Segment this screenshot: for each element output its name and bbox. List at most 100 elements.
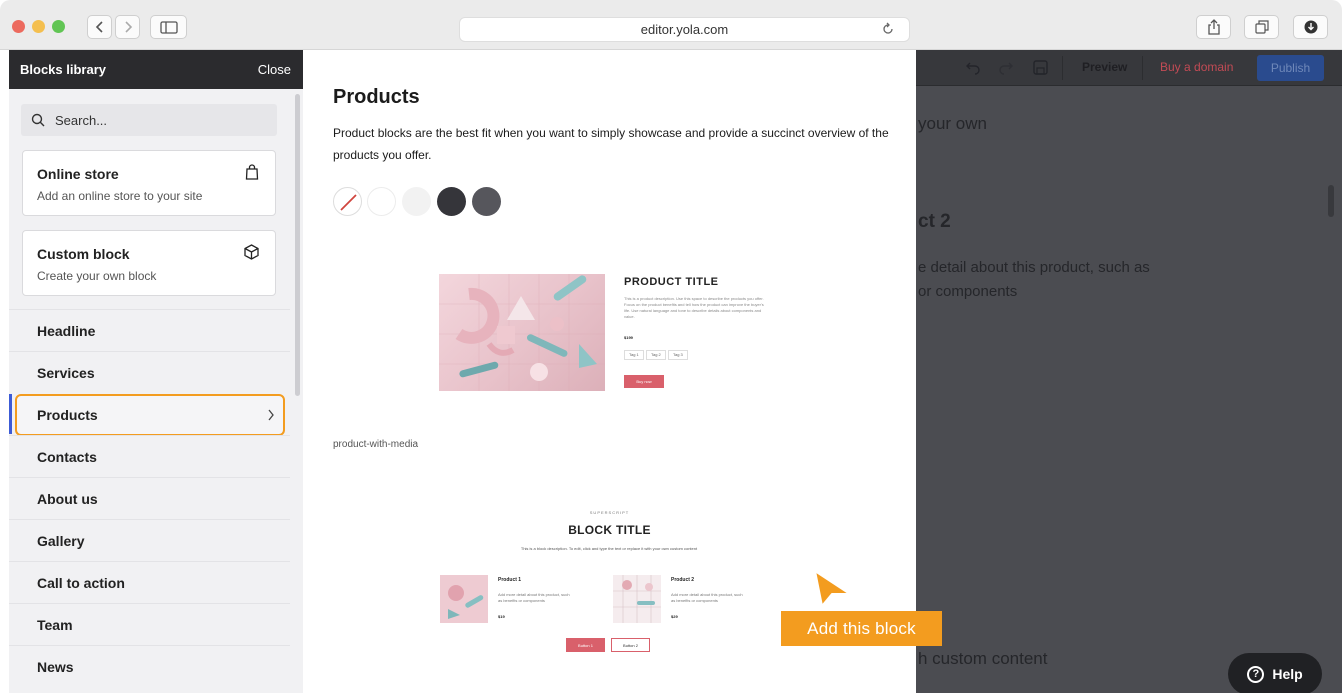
help-button[interactable]: ? Help	[1228, 653, 1322, 693]
swatch-white[interactable]	[367, 187, 396, 216]
chevron-right-icon	[124, 21, 132, 33]
product-text: Add more detail about this product, such…	[671, 592, 743, 603]
share-button[interactable]	[1196, 15, 1231, 39]
back-button[interactable]	[87, 15, 112, 39]
download-icon	[1304, 20, 1317, 34]
product-tag: Tag 1	[624, 350, 644, 360]
panel-title: Products	[333, 86, 420, 108]
swatch-none[interactable]	[333, 187, 362, 216]
editor-text: ct 2	[918, 211, 951, 232]
online-store-card[interactable]: Online store Add an online store to your…	[22, 150, 276, 216]
save-icon[interactable]	[1033, 60, 1048, 75]
add-block-tooltip[interactable]: Add this block	[781, 611, 942, 646]
tabs-icon	[1254, 20, 1269, 34]
editor-scrollbar[interactable]	[1328, 185, 1334, 217]
product-price: $19	[498, 614, 505, 619]
sidebar-toggle-button[interactable]	[150, 15, 187, 39]
maximize-window-button[interactable]	[52, 20, 65, 33]
product-price: $199	[624, 335, 633, 340]
share-icon	[1207, 19, 1220, 35]
editor-text: or components	[918, 283, 1018, 300]
editor-text: h custom content	[918, 649, 1048, 668]
card-title: Custom block	[37, 246, 130, 262]
search-box[interactable]	[21, 104, 277, 136]
sidebar-scrollbar[interactable]	[295, 94, 300, 396]
product-title: PRODUCT TITLE	[624, 276, 719, 288]
category-label: Products	[37, 407, 98, 423]
product-thumbnail	[440, 575, 488, 623]
product-thumbnail	[613, 575, 661, 623]
downloads-button[interactable]	[1293, 15, 1328, 39]
swatch-charcoal[interactable]	[472, 187, 501, 216]
help-label: Help	[1272, 666, 1303, 682]
pointer-arrow-icon	[814, 570, 851, 607]
card-subtitle: Create your own block	[37, 269, 157, 283]
reload-icon[interactable]	[881, 22, 895, 36]
address-bar[interactable]: editor.yola.com	[459, 17, 910, 42]
editor-toolbar: Preview Buy a domain Publish	[916, 50, 1342, 86]
category-contacts[interactable]: Contacts	[9, 435, 290, 477]
sidebar-icon	[159, 20, 178, 34]
product-description: This is a product description. Use this …	[624, 296, 764, 319]
product-text: Add more detail about this product, such…	[498, 592, 570, 603]
shopping-bag-icon	[245, 164, 259, 180]
undo-icon[interactable]	[966, 61, 980, 75]
product-image	[439, 274, 605, 391]
product-name: Product 2	[671, 577, 695, 583]
product-name: Product 1	[498, 577, 522, 583]
category-news[interactable]: News	[9, 645, 290, 687]
url-text: editor.yola.com	[640, 22, 729, 37]
preview-button[interactable]: Preview	[1082, 60, 1127, 74]
buy-domain-link[interactable]: Buy a domain	[1160, 60, 1233, 74]
toolbar-divider	[1142, 56, 1143, 80]
category-products[interactable]: Products	[15, 394, 285, 436]
product-tag: Tag 2	[646, 350, 666, 360]
category-call-to-action[interactable]: Call to action	[9, 561, 290, 603]
category-team[interactable]: Team	[9, 603, 290, 645]
product-image	[440, 575, 488, 623]
redo-icon[interactable]	[999, 61, 1013, 75]
abstract-shapes-image	[439, 274, 605, 391]
block-title: BLOCK TITLE	[568, 523, 651, 537]
chevron-right-icon	[268, 409, 274, 421]
no-color-icon	[340, 194, 357, 211]
close-button[interactable]: Close	[258, 62, 291, 77]
custom-block-card[interactable]: Custom block Create your own block	[22, 230, 276, 296]
panel-description: Product blocks are the best fit when you…	[333, 126, 889, 162]
editor-text: your own	[918, 114, 987, 133]
category-gallery[interactable]: Gallery	[9, 519, 290, 561]
swatch-dark[interactable]	[437, 187, 466, 216]
forward-button[interactable]	[115, 15, 140, 39]
swatch-light-gray[interactable]	[402, 187, 431, 216]
product-price: $29	[671, 614, 678, 619]
product-tag: Tag 3	[668, 350, 688, 360]
minimize-window-button[interactable]	[32, 20, 45, 33]
sidebar-header: Blocks library Close	[9, 50, 303, 89]
block-button-1: Button 1	[566, 638, 605, 652]
search-icon	[31, 113, 45, 127]
category-services[interactable]: Services	[9, 351, 290, 393]
sidebar-title: Blocks library	[20, 62, 106, 77]
tabs-button[interactable]	[1244, 15, 1279, 39]
blocks-library-sidebar: Blocks library Close Online store Add an…	[9, 50, 303, 693]
card-title: Online store	[37, 166, 119, 182]
buy-now-button: Buy now	[624, 375, 664, 388]
editor-text: e detail about this product, such as	[918, 259, 1150, 276]
category-headline[interactable]: Headline	[9, 309, 290, 351]
publish-button[interactable]: Publish	[1257, 55, 1324, 81]
block-description: This is a block description. To edit, cl…	[520, 546, 698, 551]
chevron-left-icon	[95, 21, 103, 33]
toolbar-divider	[1062, 56, 1063, 80]
cube-icon	[244, 244, 259, 260]
search-input[interactable]	[55, 112, 255, 128]
browser-toolbar: editor.yola.com	[0, 0, 1342, 50]
active-indicator	[9, 394, 12, 434]
product-image	[613, 575, 661, 623]
category-about-us[interactable]: About us	[9, 477, 290, 519]
block-caption: product-with-media	[333, 439, 419, 450]
close-window-button[interactable]	[12, 20, 25, 33]
block-superscript: SUPERSCRIPT	[589, 510, 630, 515]
block-button-2: Button 2	[611, 638, 650, 652]
question-icon: ?	[1247, 665, 1265, 683]
editor-canvas: Preview Buy a domain Publish your own ct…	[916, 50, 1342, 693]
